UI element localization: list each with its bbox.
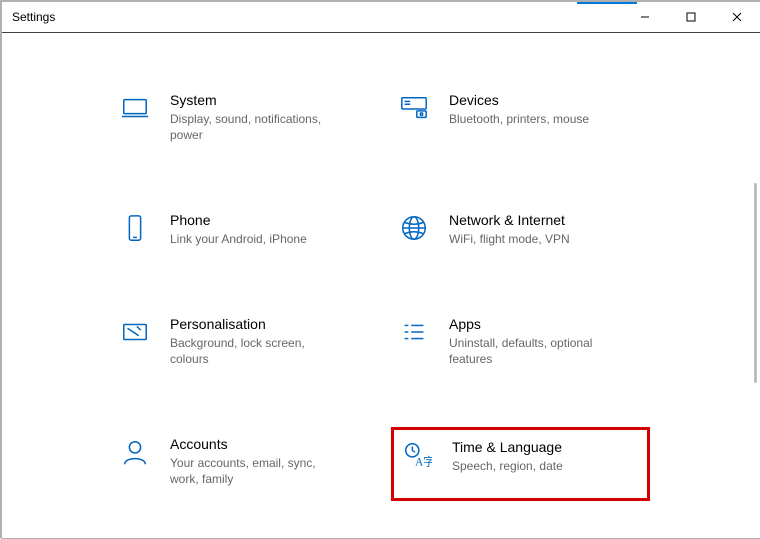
svg-text:A字: A字: [415, 454, 432, 468]
category-title: Devices: [449, 91, 589, 109]
window-title: Settings: [12, 10, 55, 24]
category-apps[interactable]: Apps Uninstall, defaults, optional featu…: [391, 307, 650, 381]
minimize-button[interactable]: [622, 2, 668, 32]
category-desc: Link your Android, iPhone: [170, 231, 307, 247]
category-accounts[interactable]: Accounts Your accounts, email, sync, wor…: [112, 427, 371, 501]
close-button[interactable]: [714, 2, 760, 32]
category-desc: Your accounts, email, sync, work, family: [170, 455, 340, 487]
category-desc: Speech, region, date: [452, 458, 563, 474]
vertical-scrollbar[interactable]: [754, 183, 757, 383]
category-title: System: [170, 91, 340, 109]
category-system[interactable]: System Display, sound, notifications, po…: [112, 83, 371, 157]
category-title: Personalisation: [170, 315, 340, 333]
category-desc: Bluetooth, printers, mouse: [449, 111, 589, 127]
category-time-language[interactable]: A字 Time & Language Speech, region, date: [391, 427, 650, 501]
devices-icon: [397, 91, 431, 125]
category-title: Accounts: [170, 435, 340, 453]
category-title: Apps: [449, 315, 619, 333]
category-title: Network & Internet: [449, 211, 570, 229]
system-icon: [118, 91, 152, 125]
maximize-button[interactable]: [668, 2, 714, 32]
window-controls: [622, 2, 760, 32]
category-devices[interactable]: Devices Bluetooth, printers, mouse: [391, 83, 650, 157]
categories-grid: System Display, sound, notifications, po…: [2, 33, 760, 539]
category-desc: Background, lock screen, colours: [170, 335, 340, 367]
apps-icon: [397, 315, 431, 349]
category-desc: Display, sound, notifications, power: [170, 111, 340, 143]
globe-icon: [397, 211, 431, 245]
accent-strip: [577, 2, 637, 4]
phone-icon: [118, 211, 152, 245]
category-personalisation[interactable]: Personalisation Background, lock screen,…: [112, 307, 371, 381]
category-desc: WiFi, flight mode, VPN: [449, 231, 570, 247]
category-network[interactable]: Network & Internet WiFi, flight mode, VP…: [391, 203, 650, 261]
time-language-icon: A字: [400, 438, 434, 472]
titlebar: Settings: [2, 2, 760, 33]
category-phone[interactable]: Phone Link your Android, iPhone: [112, 203, 371, 261]
person-icon: [118, 435, 152, 469]
content-area: System Display, sound, notifications, po…: [2, 33, 760, 539]
category-title: Time & Language: [452, 438, 563, 456]
category-title: Phone: [170, 211, 307, 229]
category-desc: Uninstall, defaults, optional features: [449, 335, 619, 367]
personalisation-icon: [118, 315, 152, 349]
